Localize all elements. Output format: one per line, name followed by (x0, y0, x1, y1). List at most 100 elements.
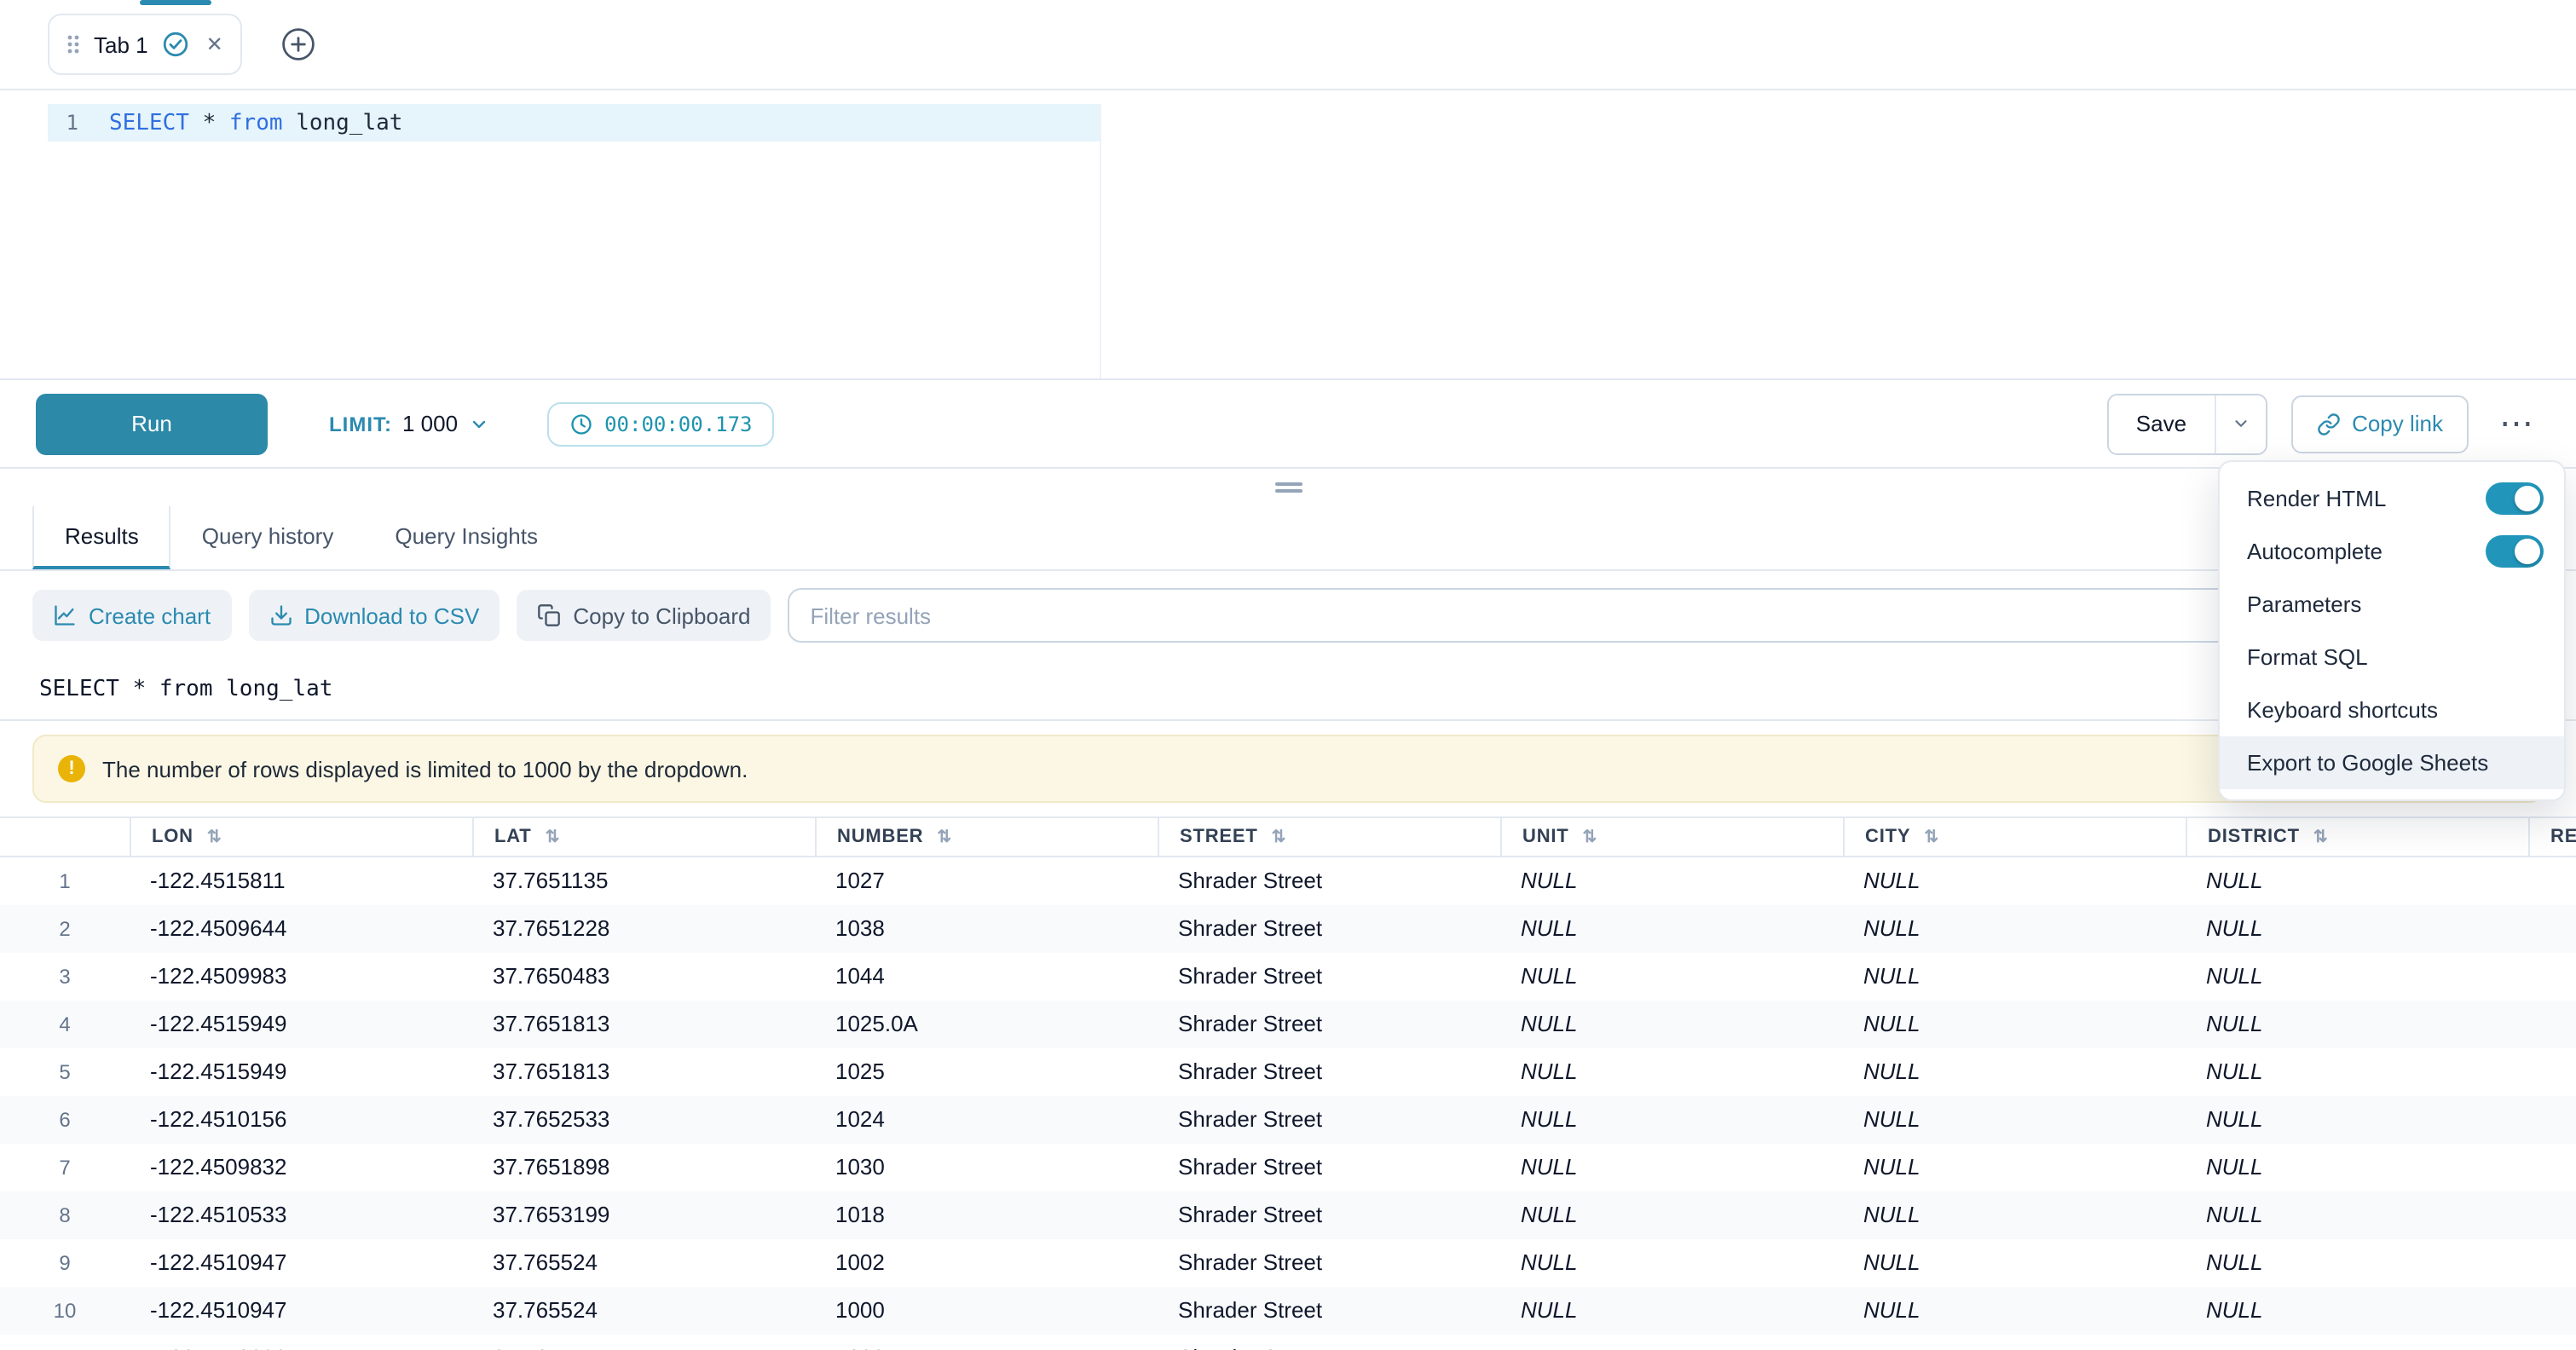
close-tab-icon[interactable]: ✕ (206, 32, 223, 56)
cell[interactable]: 37.7654555 (472, 1335, 815, 1350)
cell[interactable]: NULL (2186, 1048, 2528, 1096)
menu-item-autocomplete[interactable]: Autocomplete (2220, 525, 2564, 578)
column-header-street[interactable]: STREET⇅ (1158, 818, 1500, 856)
sort-icon[interactable]: ⇅ (1272, 828, 1287, 846)
table-row[interactable]: 1-122.451581137.76511351027Shrader Stree… (0, 857, 2576, 905)
cell[interactable]: 1044 (815, 953, 1158, 1001)
column-header-lon[interactable]: LON⇅ (130, 818, 472, 856)
limit-dropdown[interactable]: LIMIT: 1 000 (329, 411, 488, 436)
save-options-button[interactable] (2214, 395, 2265, 453)
code-line[interactable]: SELECT * from long_lat (109, 110, 402, 136)
cell[interactable]: -122.4509644 (130, 905, 472, 953)
cell[interactable]: -122.4510947 (130, 1287, 472, 1335)
cell[interactable]: NULL (1500, 1191, 1843, 1239)
menu-item-render-html[interactable]: Render HTML (2220, 472, 2564, 525)
cell[interactable]: 1024 (815, 1096, 1158, 1144)
cell[interactable]: NULL (1843, 953, 2186, 1001)
cell[interactable]: NULL (1500, 1096, 1843, 1144)
cell[interactable] (2528, 1239, 2576, 1287)
cell[interactable]: NULL (2186, 1144, 2528, 1191)
cell[interactable]: -122.4509832 (130, 1144, 472, 1191)
create-chart-button[interactable]: Create chart (32, 590, 231, 641)
cell[interactable]: NULL (1500, 1335, 1843, 1350)
cell[interactable]: NULL (2186, 905, 2528, 953)
sort-icon[interactable]: ⇅ (1583, 828, 1598, 846)
sort-icon[interactable]: ⇅ (937, 828, 952, 846)
tab-query-history[interactable]: Query history (171, 506, 365, 569)
cell[interactable] (2528, 1001, 2576, 1048)
run-button[interactable]: Run (36, 393, 268, 454)
cell[interactable] (2528, 1096, 2576, 1144)
cell[interactable]: 37.7651898 (472, 1144, 815, 1191)
cell[interactable] (2528, 1048, 2576, 1096)
column-header-number[interactable]: NUMBER⇅ (815, 818, 1158, 856)
cell[interactable]: 37.765524 (472, 1239, 815, 1287)
query-tab-1[interactable]: Tab 1 ✕ (48, 14, 242, 75)
cell[interactable]: 1000 (815, 1287, 1158, 1335)
cell[interactable] (2528, 905, 2576, 953)
cell[interactable]: Shrader Street (1158, 1096, 1500, 1144)
menu-item-format-sql[interactable]: Format SQL (2220, 631, 2564, 684)
cell[interactable]: 1030 (815, 1144, 1158, 1191)
cell[interactable]: 37.7651813 (472, 1048, 815, 1096)
cell[interactable]: NULL (1500, 1287, 1843, 1335)
cell[interactable]: 37.7651135 (472, 857, 815, 905)
cell[interactable]: NULL (1843, 1239, 2186, 1287)
sort-icon[interactable]: ⇅ (207, 828, 222, 846)
sort-icon[interactable]: ⇅ (1924, 828, 1939, 846)
cell[interactable]: NULL (2186, 1191, 2528, 1239)
cell[interactable]: Shrader Street (1158, 1191, 1500, 1239)
cell[interactable]: 37.7651228 (472, 905, 815, 953)
cell[interactable]: NULL (1843, 1144, 2186, 1191)
panel-splitter[interactable] (0, 469, 2576, 506)
cell[interactable]: Shrader Street (1158, 1239, 1500, 1287)
drag-handle-icon[interactable] (66, 32, 80, 56)
tab-results[interactable]: Results (32, 506, 171, 569)
sql-code-editor[interactable]: 1 SELECT * from long_lat (0, 104, 2576, 378)
cell[interactable]: NULL (1843, 1001, 2186, 1048)
cell[interactable]: -122.4510883 (130, 1335, 472, 1350)
cell[interactable]: NULL (2186, 1287, 2528, 1335)
cell[interactable] (2528, 953, 2576, 1001)
cell[interactable]: Shrader Street (1158, 1287, 1500, 1335)
cell[interactable]: NULL (1843, 857, 2186, 905)
cell[interactable]: 37.7650483 (472, 953, 815, 1001)
cell[interactable]: NULL (1500, 1239, 1843, 1287)
toggle-render-html[interactable] (2486, 482, 2544, 515)
cell[interactable]: NULL (1843, 1287, 2186, 1335)
cell[interactable]: NULL (2186, 1096, 2528, 1144)
toggle-autocomplete[interactable] (2486, 535, 2544, 568)
cell[interactable]: -122.4510533 (130, 1191, 472, 1239)
table-row[interactable]: 3-122.450998337.76504831044Shrader Stree… (0, 953, 2576, 1001)
editor-line-1[interactable]: 1 SELECT * from long_lat (0, 104, 2576, 141)
cell[interactable]: NULL (2186, 857, 2528, 905)
cell[interactable]: NULL (1500, 953, 1843, 1001)
cell[interactable] (2528, 1191, 2576, 1239)
column-header-unit[interactable]: UNIT⇅ (1500, 818, 1843, 856)
table-row[interactable]: 5-122.451594937.76518131025Shrader Stree… (0, 1048, 2576, 1096)
menu-item-parameters[interactable]: Parameters (2220, 578, 2564, 631)
table-row[interactable]: 7-122.450983237.76518981030Shrader Stree… (0, 1144, 2576, 1191)
cell[interactable]: NULL (1843, 905, 2186, 953)
cell[interactable]: NULL (2186, 1239, 2528, 1287)
cell[interactable]: Shrader Street (1158, 1048, 1500, 1096)
cell[interactable]: 37.765524 (472, 1287, 815, 1335)
cell[interactable]: Shrader Street (1158, 905, 1500, 953)
cell[interactable]: 1025.0A (815, 1001, 1158, 1048)
cell[interactable]: NULL (1843, 1096, 2186, 1144)
cell[interactable]: NULL (2186, 1335, 2528, 1350)
cell[interactable]: 1027 (815, 857, 1158, 905)
table-row[interactable]: 2-122.450964437.76512281038Shrader Stree… (0, 905, 2576, 953)
cell[interactable] (2528, 1335, 2576, 1350)
cell[interactable]: NULL (1843, 1048, 2186, 1096)
copy-link-button[interactable]: Copy link (2290, 395, 2469, 453)
cell[interactable]: NULL (1500, 1144, 1843, 1191)
cell[interactable]: 1033 (815, 1335, 1158, 1350)
download-csv-button[interactable]: Download to CSV (248, 590, 500, 641)
cell[interactable] (2528, 857, 2576, 905)
table-row[interactable]: 11-122.451088337.76545551033Shrader Stre… (0, 1335, 2576, 1350)
save-button[interactable]: Save (2109, 395, 2214, 453)
cell[interactable]: NULL (1500, 1048, 1843, 1096)
table-row[interactable]: 6-122.451015637.76525331024Shrader Stree… (0, 1096, 2576, 1144)
cell[interactable]: NULL (2186, 1001, 2528, 1048)
